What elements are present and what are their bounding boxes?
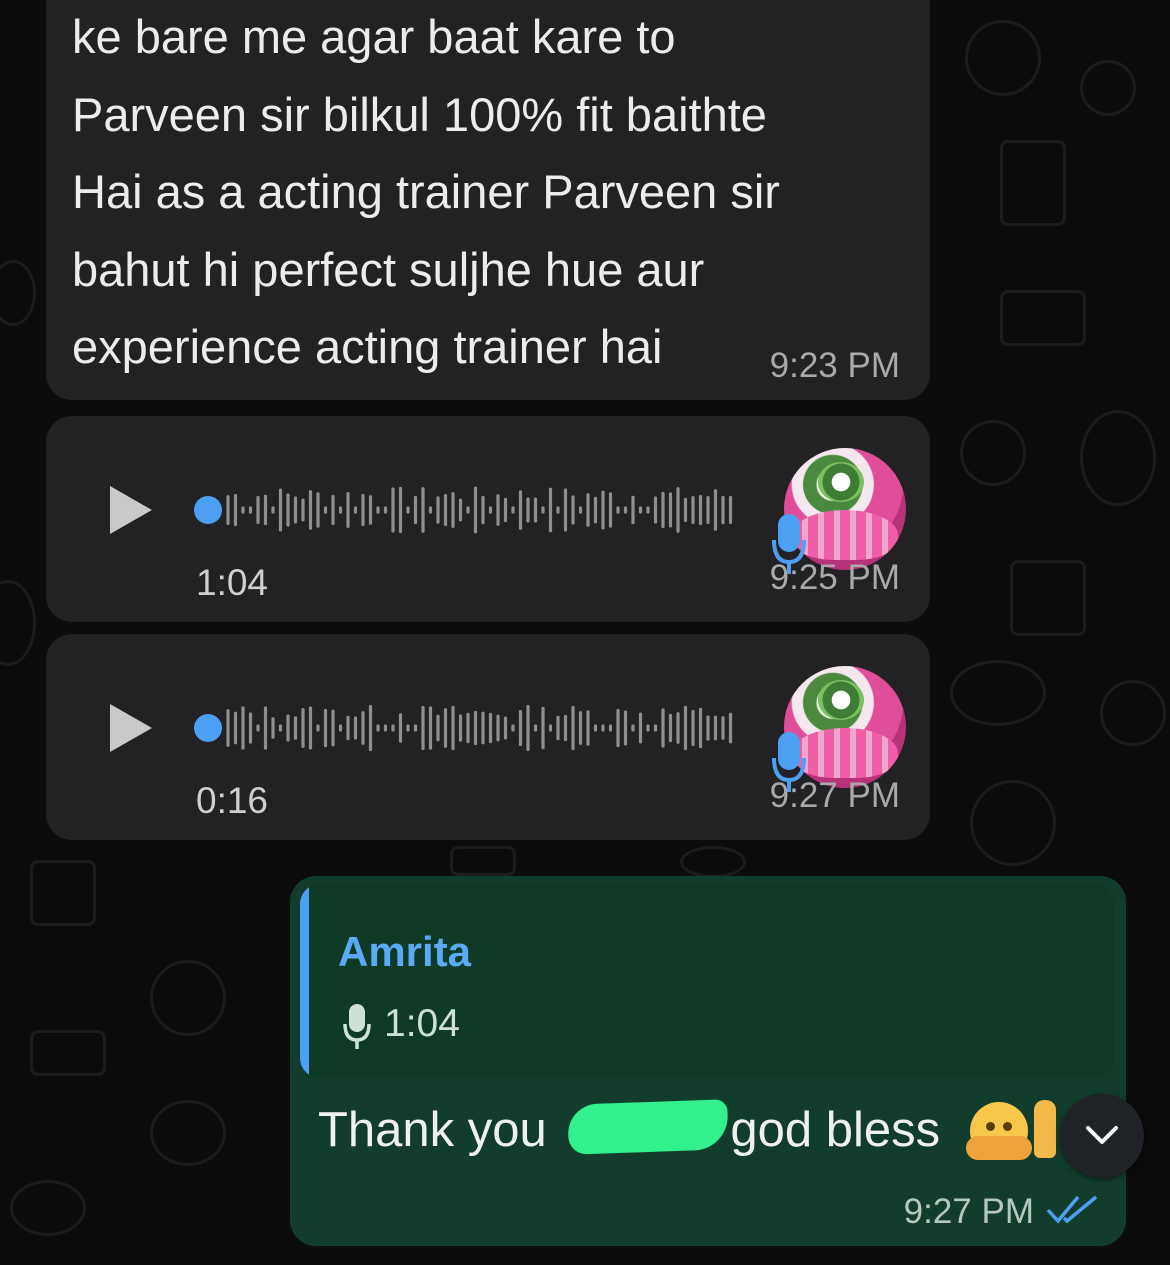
wallpaper-doodle (450, 846, 516, 876)
avatar-flower (818, 462, 864, 502)
wallpaper-doodle (965, 20, 1041, 96)
playhead-dot[interactable] (194, 714, 222, 742)
quoted-author: Amrita (338, 928, 472, 975)
reply-text-end: god bless (730, 1103, 941, 1157)
avatar-dress (792, 728, 898, 778)
play-icon[interactable] (110, 486, 152, 534)
outgoing-message[interactable]: Amrita 1:04 Thank you god bless 9:27 PM (290, 876, 1126, 1246)
play-icon[interactable] (110, 704, 152, 752)
avatar-dress (792, 510, 898, 560)
wallpaper-doodle (960, 420, 1026, 486)
message-time: 9:23 PM (769, 346, 900, 385)
quote-accent-bar (300, 884, 309, 1078)
hugging-face-emoji (966, 1102, 1032, 1160)
voice-message[interactable]: 0:16 9:27 PM (46, 634, 930, 840)
message-text: ke bare me agar baat kare to Parveen sir… (72, 10, 780, 373)
wallpaper-doodle (680, 846, 746, 878)
wallpaper-doodle (150, 1100, 226, 1166)
wallpaper-doodle (1010, 560, 1086, 636)
wallpaper-doodle (10, 1180, 86, 1236)
wallpaper-doodle (30, 1030, 106, 1076)
wallpaper-doodle (970, 780, 1056, 866)
playhead-dot[interactable] (194, 496, 222, 524)
emoji-hands (966, 1136, 1032, 1160)
voice-duration: 0:16 (196, 780, 269, 821)
chat-view: ke bare me agar baat kare to Parveen sir… (0, 0, 1170, 1265)
waveform[interactable] (194, 698, 754, 758)
scroll-to-bottom-button[interactable] (1060, 1094, 1144, 1178)
waveform[interactable] (194, 480, 754, 540)
wallpaper-doodle (150, 960, 226, 1036)
message-time: 9:27 PM (903, 1192, 1034, 1231)
quoted-message[interactable]: Amrita 1:04 (300, 884, 1114, 1078)
double-check-icon (1046, 1195, 1098, 1224)
wallpaper-doodle (1080, 60, 1136, 116)
mic-icon (343, 1004, 371, 1049)
wallpaper-doodle (950, 660, 1046, 726)
wallpaper-doodle (1100, 680, 1166, 746)
incoming-message[interactable]: ke bare me agar baat kare to Parveen sir… (46, 0, 930, 400)
wallpaper-doodle (1000, 140, 1066, 226)
wallpaper-doodle (30, 860, 96, 926)
quoted-duration: 1:04 (384, 1002, 460, 1045)
wallpaper-doodle (1000, 290, 1086, 346)
raised-hand-emoji (1034, 1100, 1056, 1158)
voice-message[interactable]: 1:04 9:25 PM (46, 416, 930, 622)
message-time: 9:27 PM (769, 776, 900, 815)
avatar-flower (818, 680, 864, 720)
reply-text-start: Thank you (318, 1103, 561, 1157)
wallpaper-doodle (0, 260, 36, 326)
voice-duration: 1:04 (196, 562, 269, 603)
wallpaper-doodle (1080, 410, 1156, 506)
chevron-down-icon (1086, 1126, 1118, 1144)
redaction-mark (567, 1099, 729, 1155)
wallpaper-doodle (0, 580, 36, 666)
message-time: 9:25 PM (769, 558, 900, 597)
